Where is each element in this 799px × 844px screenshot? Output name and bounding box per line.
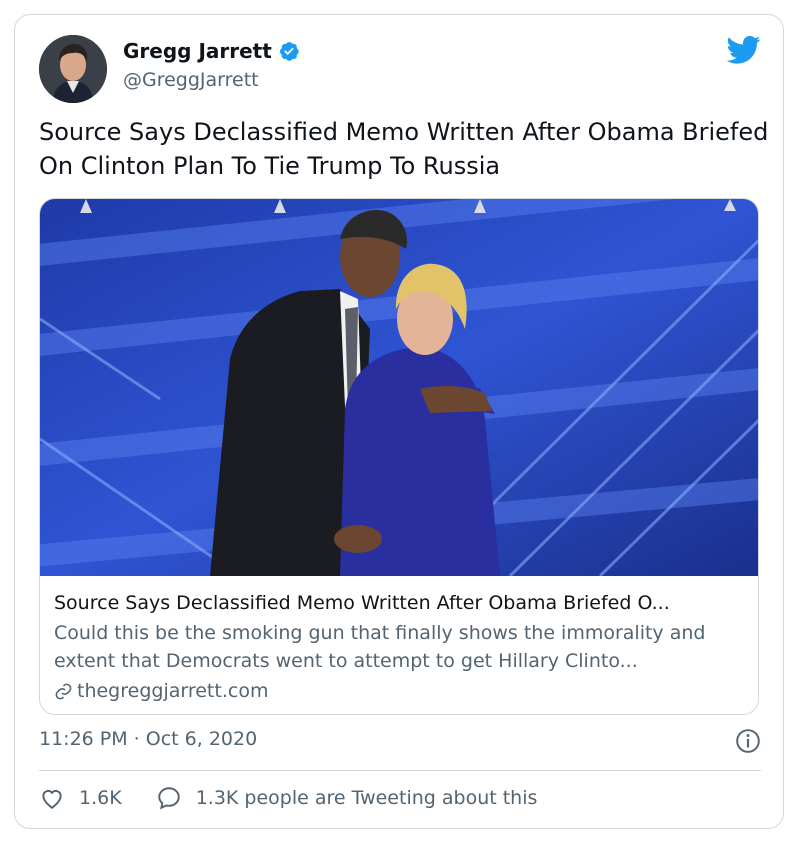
link-preview-image [40,199,758,576]
link-icon [55,683,72,699]
link-preview-card[interactable]: Source Says Declassified Memo Written Af… [39,198,759,715]
reply-button[interactable]: 1.3K people are Tweeting about this [156,785,538,811]
heart-icon [42,790,62,809]
twitter-bird-icon[interactable] [727,35,761,65]
speech-bubble-icon [157,787,180,810]
link-card-description: Could this be the smoking gun that final… [54,622,706,672]
author-name[interactable]: Gregg Jarrett [123,39,272,63]
like-button[interactable]: 1.6K [39,785,122,811]
author-handle[interactable]: @GreggJarrett [123,69,259,91]
tweet-card: Gregg Jarrett @GreggJarrett Source Says … [14,14,784,829]
link-card-title[interactable]: Source Says Declassified Memo Written Af… [54,589,750,618]
link-card-domain[interactable]: thegreggjarrett.com [77,676,268,706]
info-icon[interactable] [735,728,761,754]
tweet-timestamp[interactable]: 11:26 PM · Oct 6, 2020 [39,728,257,750]
reply-label: 1.3K people are Tweeting about this [195,787,538,809]
tweet-text: Source Says Declassified Memo Written Af… [39,118,769,180]
like-count: 1.6K [79,787,122,809]
divider [39,770,761,771]
avatar[interactable] [39,35,107,103]
verified-badge-icon [279,42,299,61]
